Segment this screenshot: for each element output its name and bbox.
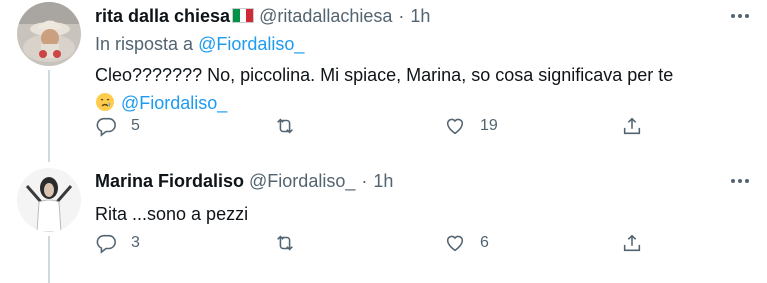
tweet-text: Rita ...sono a pezzi — [95, 200, 753, 228]
avatar-marina[interactable] — [17, 168, 81, 232]
separator-dot: · — [398, 6, 405, 26]
retweet-icon — [277, 118, 293, 134]
reply-prefix: In risposta a — [95, 34, 194, 54]
retweet-button[interactable] — [274, 115, 310, 137]
more-options-icon[interactable] — [727, 169, 753, 193]
tweet-text-line: Cleo??????? No, piccolina. Mi spiace, Ma… — [95, 65, 674, 85]
tweet[interactable]: Marina Fiordaliso @Fiordaliso_ · 1h Rita… — [0, 162, 767, 283]
timestamp[interactable]: 1h — [410, 4, 430, 28]
author-name[interactable]: rita dalla chiesa — [95, 4, 230, 28]
crying-face-emoji-icon — [95, 92, 115, 112]
retweet-icon — [277, 235, 293, 251]
tweet[interactable]: rita dalla chiesa @ritadallachiesa · 1h … — [0, 0, 767, 162]
like-button[interactable]: 6 — [444, 232, 489, 254]
reply-handle-link[interactable]: @Fiordaliso_ — [198, 34, 304, 54]
thread-line — [48, 236, 50, 283]
author-name[interactable]: Marina Fiordaliso — [95, 169, 244, 193]
mention-link[interactable]: @Fiordaliso_ — [121, 93, 227, 113]
tweet-text-line: Rita ...sono a pezzi — [95, 204, 249, 224]
tweet-content: Marina Fiordaliso @Fiordaliso_ · 1h Rita… — [95, 169, 753, 228]
reply-count: 3 — [131, 234, 140, 251]
tweet-actions: 5 19 — [95, 114, 655, 138]
separator-dot: · — [361, 171, 368, 191]
reply-button[interactable]: 3 — [95, 232, 140, 254]
reply-count: 5 — [131, 117, 140, 134]
reply-context: In risposta a @Fiordaliso_ — [95, 32, 753, 56]
avatar-rita[interactable] — [17, 2, 81, 66]
tweet-text: Cleo??????? No, piccolina. Mi spiace, Ma… — [95, 61, 753, 117]
italy-flag-icon — [232, 8, 255, 23]
tweet-header: rita dalla chiesa @ritadallachiesa · 1h — [95, 4, 753, 28]
share-icon — [623, 117, 641, 135]
tweet-header: Marina Fiordaliso @Fiordaliso_ · 1h — [95, 169, 753, 193]
reply-icon — [96, 117, 116, 137]
tweet-actions: 3 6 — [95, 231, 655, 255]
like-button[interactable]: 19 — [444, 115, 498, 137]
author-handle[interactable]: @Fiordaliso_ — [249, 169, 355, 193]
retweet-button[interactable] — [274, 232, 310, 254]
share-button[interactable] — [621, 115, 643, 137]
more-options-icon[interactable] — [727, 4, 753, 28]
timestamp[interactable]: 1h — [373, 169, 393, 193]
thread-line — [48, 70, 50, 162]
reply-button[interactable]: 5 — [95, 115, 140, 137]
like-count: 6 — [480, 234, 489, 251]
author-handle[interactable]: @ritadallachiesa — [259, 4, 392, 28]
heart-icon — [446, 235, 464, 252]
heart-icon — [446, 118, 464, 135]
share-icon — [623, 234, 641, 252]
tweet-content: rita dalla chiesa @ritadallachiesa · 1h … — [95, 4, 753, 117]
like-count: 19 — [480, 117, 498, 134]
reply-icon — [96, 234, 116, 254]
share-button[interactable] — [621, 232, 643, 254]
